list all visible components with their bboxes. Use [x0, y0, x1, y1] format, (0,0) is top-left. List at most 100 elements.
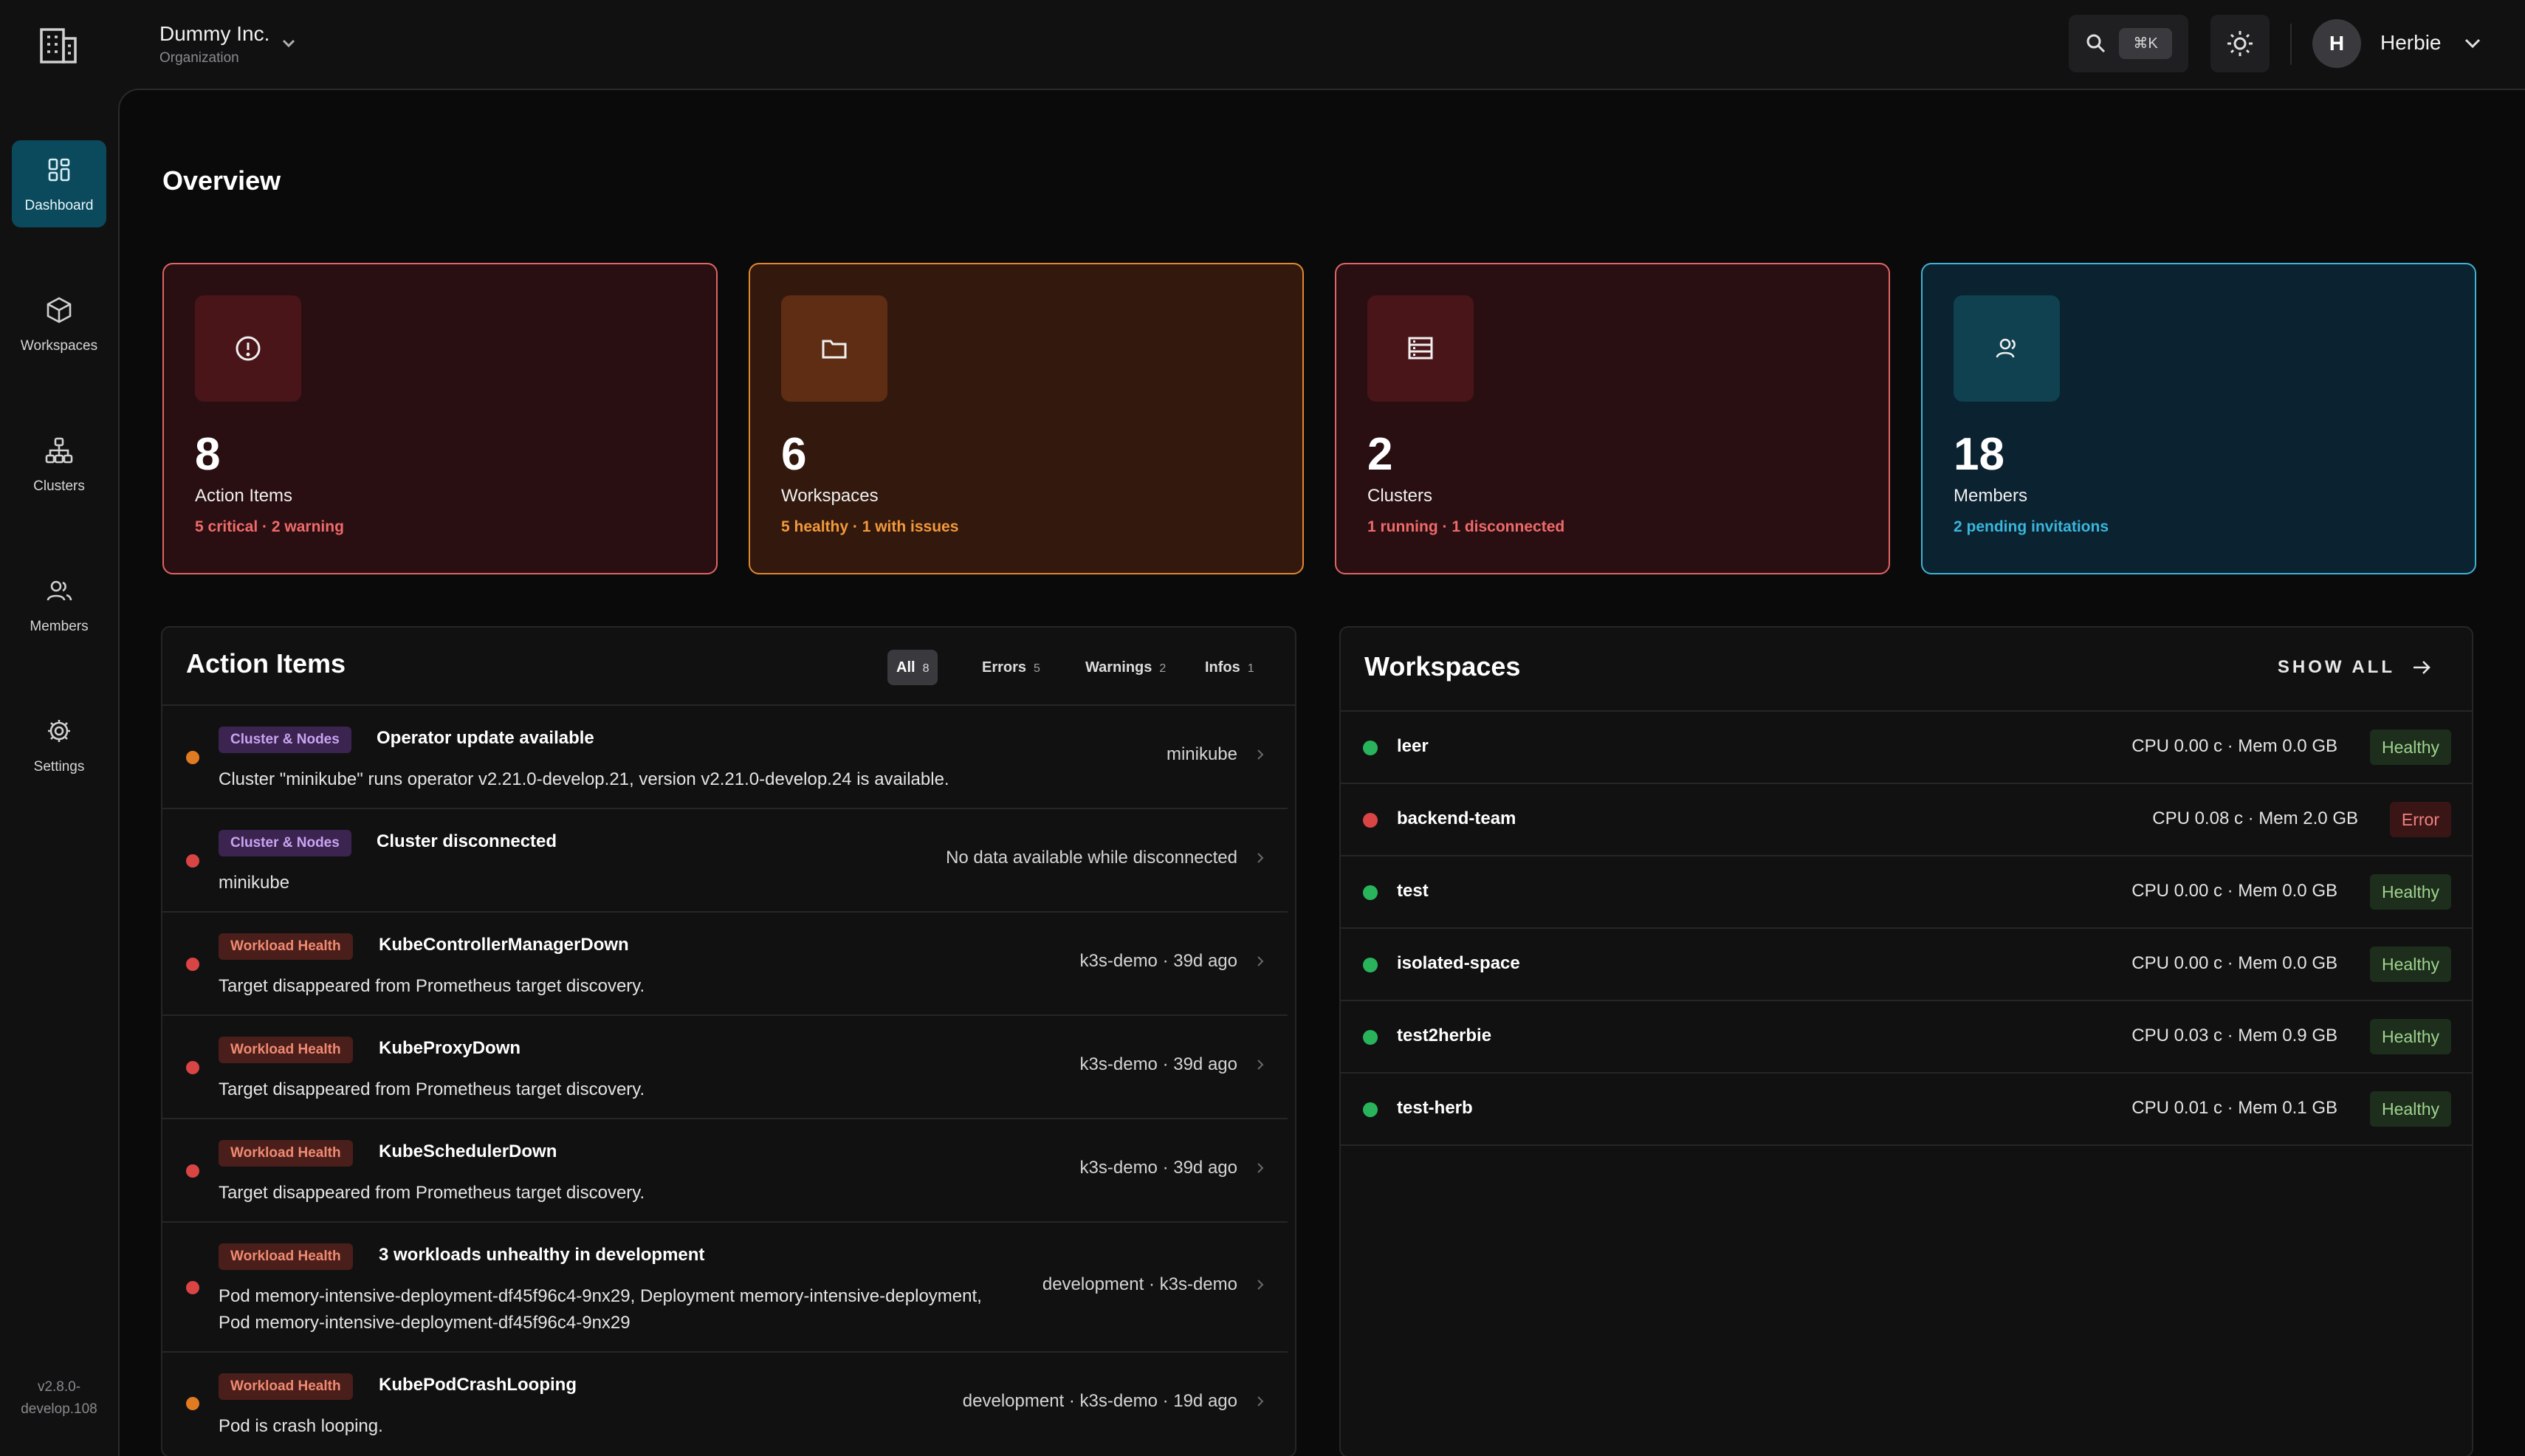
- action-item-row[interactable]: Cluster & Nodes Operator update availabl…: [162, 706, 1288, 809]
- chevron-right-icon: [1257, 956, 1264, 966]
- version-line: develop.108: [21, 1401, 97, 1417]
- action-item-title: 3 workloads unhealthy in development: [379, 1245, 705, 1265]
- chevron-right-icon: [1257, 853, 1264, 863]
- workspace-usage: CPU 0.08 c · Mem 2.0 GB: [2152, 808, 2358, 828]
- action-item-description: Pod is crash looping.: [219, 1416, 383, 1436]
- status-badge: Healthy: [2370, 1091, 2451, 1127]
- filter-count: 2: [1159, 662, 1167, 675]
- action-item-meta: k3s-demo · 39d ago: [1079, 1158, 1237, 1178]
- alert-circle-icon: [236, 336, 261, 361]
- action-item-row[interactable]: Workload Health 3 workloads unhealthy in…: [162, 1223, 1288, 1353]
- stat-icon-box: [1954, 295, 2060, 402]
- panel-title: Workspaces: [1364, 651, 1521, 681]
- filter-errors[interactable]: Errors 5: [973, 650, 1049, 685]
- workspace-row[interactable]: backend-team CPU 0.08 c · Mem 2.0 GB Err…: [1341, 784, 2472, 856]
- stat-value: 2: [1367, 429, 1393, 480]
- category-tag: Cluster & Nodes: [219, 727, 351, 753]
- stat-subtext: 1 running · 1 disconnected: [1367, 518, 1565, 535]
- stat-icon-box: [1367, 295, 1474, 402]
- filter-count: 8: [922, 662, 930, 675]
- chevron-down-icon[interactable]: [2463, 35, 2482, 52]
- show-all-label: SHOW ALL: [2277, 657, 2395, 677]
- action-item-meta: k3s-demo · 39d ago: [1079, 951, 1237, 971]
- sun-icon: [2227, 31, 2253, 56]
- filter-infos[interactable]: Infos 1: [1196, 650, 1263, 685]
- workspace-name: test2herbie: [1397, 1026, 1492, 1045]
- action-item-title: KubeControllerManagerDown: [379, 935, 629, 955]
- action-item-title: KubePodCrashLooping: [379, 1375, 577, 1395]
- show-all-button[interactable]: SHOW ALL: [2278, 650, 2432, 685]
- app-version: v2.8.0- develop.108: [0, 1376, 118, 1421]
- category-tag: Workload Health: [219, 1243, 353, 1270]
- version-line: v2.8.0-: [37, 1379, 81, 1395]
- search-button[interactable]: ⌘K: [2069, 15, 2188, 72]
- filter-all[interactable]: All 8: [887, 650, 938, 685]
- gear-icon: [48, 720, 70, 742]
- org-subtitle: Organization: [159, 50, 239, 66]
- stat-icon-box: [195, 295, 301, 402]
- panel-title: Action Items: [186, 648, 346, 679]
- description-line: Pod memory-intensive-deployment-df45f96c…: [219, 1286, 982, 1306]
- stat-label: Action Items: [195, 486, 293, 506]
- filter-count: 5: [1034, 662, 1040, 675]
- avatar[interactable]: H: [2312, 19, 2361, 68]
- sidebar-item-label: Clusters: [33, 478, 85, 494]
- sidebar-item-label: Workspaces: [20, 338, 98, 354]
- sidebar-item-settings[interactable]: Settings: [12, 701, 106, 789]
- org-name[interactable]: Dummy Inc.: [159, 22, 269, 46]
- workspace-row[interactable]: isolated-space CPU 0.00 c · Mem 0.0 GB H…: [1341, 929, 2472, 1001]
- workspace-row[interactable]: test CPU 0.00 c · Mem 0.0 GB Healthy: [1341, 856, 2472, 929]
- members-icon: [47, 580, 72, 601]
- action-item-row[interactable]: Workload Health KubePodCrashLooping Pod …: [162, 1353, 1288, 1456]
- workspace-name: backend-team: [1397, 808, 1516, 828]
- chevron-right-icon: [1257, 1060, 1264, 1070]
- sidebar-item-dashboard[interactable]: Dashboard: [12, 140, 106, 227]
- action-item-title: Operator update available: [377, 728, 594, 748]
- theme-toggle-button[interactable]: [2210, 15, 2270, 72]
- stat-card-workspaces[interactable]: 6 Workspaces 5 healthy · 1 with issues: [749, 263, 1304, 574]
- action-item-description: Target disappeared from Prometheus targe…: [219, 976, 645, 996]
- main-content: Overview 8 Action Items 5 critical · 2 w…: [118, 89, 2525, 1456]
- sidebar-item-members[interactable]: Members: [12, 561, 106, 648]
- folder-icon: [822, 340, 847, 359]
- filter-label: Errors: [982, 659, 1027, 676]
- search-icon: [2086, 34, 2106, 53]
- stat-subtext: 2 pending invitations: [1954, 518, 2109, 535]
- action-item-row[interactable]: Workload Health KubeControllerManagerDow…: [162, 913, 1288, 1016]
- workspace-row[interactable]: test-herb CPU 0.01 c · Mem 0.1 GB Health…: [1341, 1074, 2472, 1146]
- shortcut-hint: ⌘K: [2119, 28, 2172, 59]
- workspace-name: leer: [1397, 736, 1429, 756]
- app-root: Dummy Inc. Organization ⌘K H Herbie Dash…: [0, 0, 2525, 1456]
- status-dot: [1363, 1102, 1378, 1117]
- chevron-down-icon[interactable]: [279, 35, 298, 52]
- workspace-row[interactable]: leer CPU 0.00 c · Mem 0.0 GB Healthy: [1341, 712, 2472, 784]
- status-dot: [1363, 885, 1378, 900]
- severity-dot: [186, 751, 199, 764]
- sidebar-item-clusters[interactable]: Clusters: [12, 421, 106, 508]
- category-tag: Workload Health: [219, 1373, 353, 1400]
- workspace-row[interactable]: test2herbie CPU 0.03 c · Mem 0.9 GB Heal…: [1341, 1001, 2472, 1074]
- stat-card-members[interactable]: 18 Members 2 pending invitations: [1921, 263, 2476, 574]
- action-item-description: Pod memory-intensive-deployment-df45f96c…: [219, 1283, 1001, 1336]
- workspace-usage: CPU 0.00 c · Mem 0.0 GB: [2131, 736, 2337, 756]
- severity-dot: [186, 1061, 199, 1074]
- arrow-right-icon: [2414, 661, 2430, 674]
- workspace-name: test-herb: [1397, 1098, 1473, 1118]
- filter-warnings[interactable]: Warnings 2: [1076, 650, 1175, 685]
- stat-card-clusters[interactable]: 2 Clusters 1 running · 1 disconnected: [1335, 263, 1890, 574]
- workspace-usage: CPU 0.00 c · Mem 0.0 GB: [2131, 953, 2337, 973]
- action-item-row[interactable]: Workload Health KubeProxyDown Target dis…: [162, 1016, 1288, 1119]
- status-badge: Healthy: [2370, 874, 2451, 910]
- chevron-right-icon: [1257, 1280, 1264, 1290]
- action-item-row[interactable]: Cluster & Nodes Cluster disconnected min…: [162, 809, 1288, 913]
- user-name[interactable]: Herbie: [2380, 31, 2441, 55]
- action-item-row[interactable]: Workload Health KubeSchedulerDown Target…: [162, 1119, 1288, 1223]
- action-item-description: Cluster "minikube" runs operator v2.21.0…: [219, 769, 949, 789]
- severity-dot: [186, 854, 199, 868]
- stat-icon-box: [781, 295, 887, 402]
- building-icon[interactable]: [37, 25, 80, 65]
- category-tag: Workload Health: [219, 933, 353, 960]
- stat-subtext: 5 critical · 2 warning: [195, 518, 344, 535]
- sidebar-item-workspaces[interactable]: Workspaces: [12, 281, 106, 368]
- stat-card-action-items[interactable]: 8 Action Items 5 critical · 2 warning: [162, 263, 718, 574]
